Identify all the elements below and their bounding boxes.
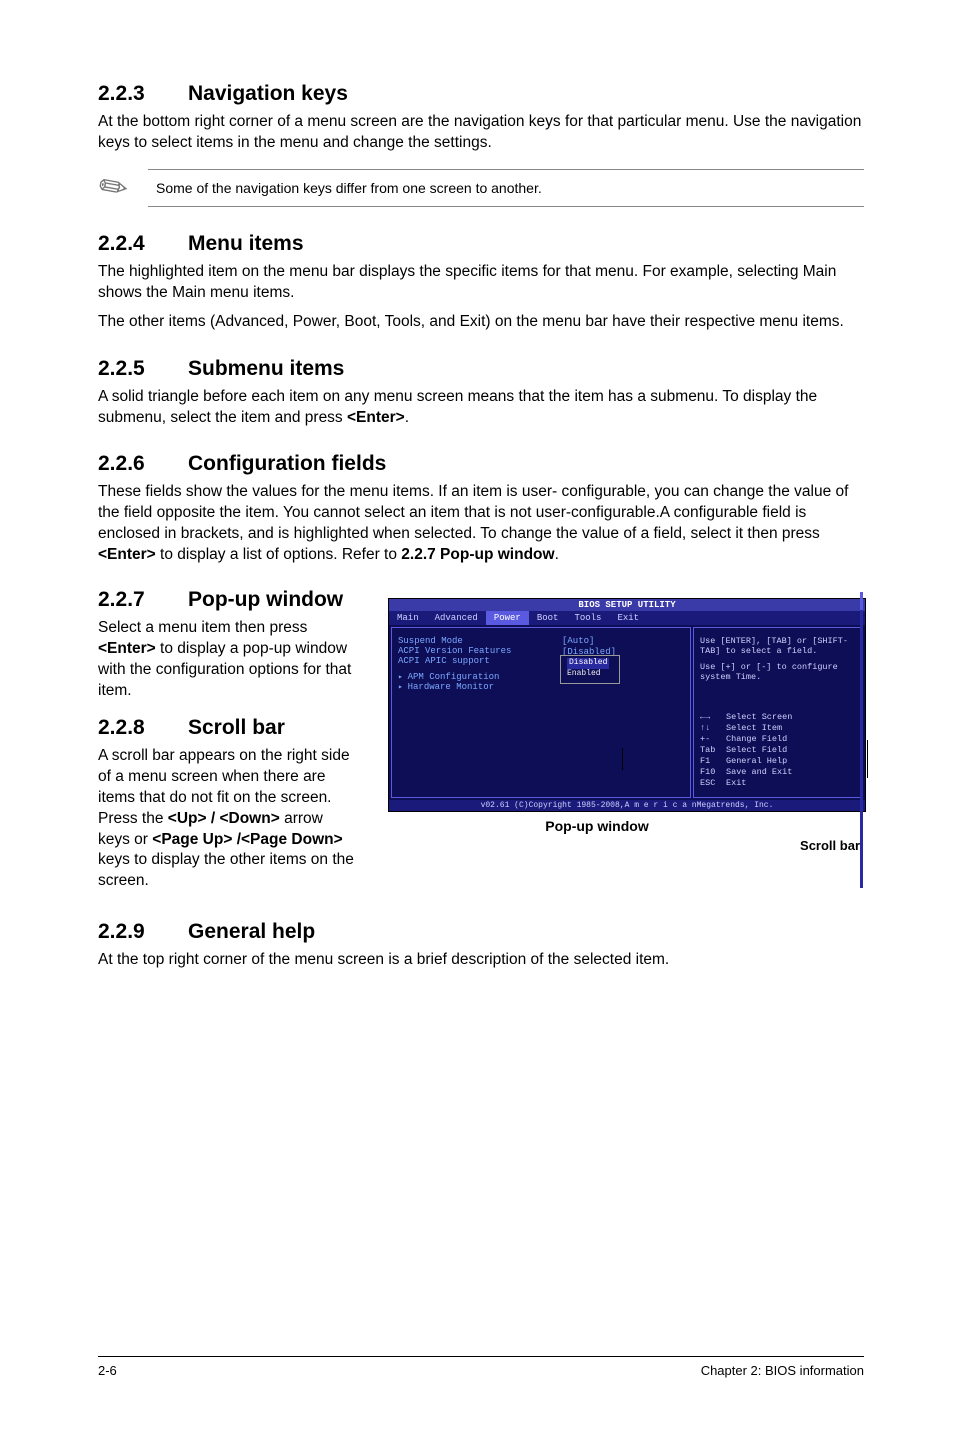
bios-tab-power[interactable]: Power (486, 611, 529, 625)
bios-title: BIOS SETUP UTILITY (389, 599, 865, 611)
para-224-2: The other items (Advanced, Power, Boot, … (98, 312, 864, 333)
bios-item-acpi-apic[interactable]: ACPI APIC support (398, 656, 684, 666)
bios-items-panel: Suspend Mode[Auto] ACPI Version Features… (391, 627, 691, 798)
heading-title: Configuration fields (188, 452, 386, 475)
bios-nav-keys: ←→Select Screen ↑↓Select Item +-Change F… (700, 712, 856, 789)
callout-popup: Pop-up window (328, 818, 866, 834)
note-text: Some of the navigation keys differ from … (148, 169, 864, 207)
para-226-1: These fields show the values for the men… (98, 482, 864, 566)
bios-sub-apm[interactable]: APM Configuration (398, 672, 684, 682)
callout-line-popup (622, 748, 623, 770)
heading-title: General help (188, 920, 315, 943)
para-223-1: At the bottom right corner of a menu scr… (98, 112, 864, 154)
bios-help-1: Use [ENTER], [TAB] or [SHIFT-TAB] to sel… (700, 636, 856, 656)
bios-popup-opt-enabled[interactable]: Enabled (567, 669, 609, 679)
callout-scroll: Scroll bar (388, 838, 860, 853)
bios-item-acpi-ver[interactable]: ACPI Version Features[Disabled] (398, 646, 684, 656)
bios-copyright: v02.61 (C)Copyright 1985-2008,A m e r i … (389, 800, 865, 811)
para-229-1: At the top right corner of the menu scre… (98, 950, 864, 971)
heading-title: Submenu items (188, 357, 344, 380)
heading-num: 2.2.4 (98, 232, 188, 256)
heading-223: 2.2.3Navigation keys (98, 82, 864, 106)
heading-225: 2.2.5Submenu items (98, 357, 864, 381)
bios-item-suspend[interactable]: Suspend Mode[Auto] (398, 636, 684, 646)
para-224-1: The highlighted item on the menu bar dis… (98, 262, 864, 304)
bios-tab-tools[interactable]: Tools (566, 611, 609, 625)
para-228-1: A scroll bar appears on the right side o… (98, 746, 358, 892)
bios-tab-advanced[interactable]: Advanced (427, 611, 486, 625)
heading-num: 2.2.3 (98, 82, 188, 106)
heading-title: Menu items (188, 232, 304, 255)
bios-sub-hwmon[interactable]: Hardware Monitor (398, 682, 684, 692)
heading-num: 2.2.8 (98, 716, 188, 740)
heading-title: Navigation keys (188, 82, 348, 105)
page-number: 2-6 (98, 1363, 117, 1378)
bios-help-panel: Use [ENTER], [TAB] or [SHIFT-TAB] to sel… (693, 627, 863, 798)
pencil-icon: ✎ (89, 162, 138, 213)
bios-tab-main[interactable]: Main (389, 611, 427, 625)
heading-227: 2.2.7Pop-up window (98, 588, 358, 612)
chapter-label: Chapter 2: BIOS information (701, 1363, 864, 1378)
bios-help-2: Use [+] or [-] to configure system Time. (700, 662, 856, 682)
para-227-1: Select a menu item then press <Enter> to… (98, 618, 358, 702)
bios-tab-boot[interactable]: Boot (529, 611, 567, 625)
heading-num: 2.2.6 (98, 452, 188, 476)
bios-popup-opt-disabled[interactable]: Disabled (567, 658, 609, 668)
bios-tab-exit[interactable]: Exit (609, 611, 647, 625)
heading-num: 2.2.5 (98, 357, 188, 381)
para-225-1: A solid triangle before each item on any… (98, 387, 864, 429)
heading-229: 2.2.9General help (98, 920, 864, 944)
heading-228: 2.2.8Scroll bar (98, 716, 358, 740)
heading-num: 2.2.7 (98, 588, 188, 612)
bios-scrollbar[interactable] (860, 592, 863, 888)
page-footer: 2-6 Chapter 2: BIOS information (98, 1356, 864, 1378)
heading-224: 2.2.4Menu items (98, 232, 864, 256)
heading-226: 2.2.6Configuration fields (98, 452, 864, 476)
heading-title: Scroll bar (188, 716, 285, 739)
callout-line-scroll (867, 740, 868, 778)
note-block: ✎ Some of the navigation keys differ fro… (98, 168, 864, 208)
bios-menubar: Main Advanced Power Boot Tools Exit (389, 611, 865, 625)
bios-screenshot: BIOS SETUP UTILITY Main Advanced Power B… (388, 598, 866, 812)
heading-title: Pop-up window (188, 588, 343, 611)
bios-popup[interactable]: Disabled Enabled (560, 655, 620, 684)
heading-num: 2.2.9 (98, 920, 188, 944)
